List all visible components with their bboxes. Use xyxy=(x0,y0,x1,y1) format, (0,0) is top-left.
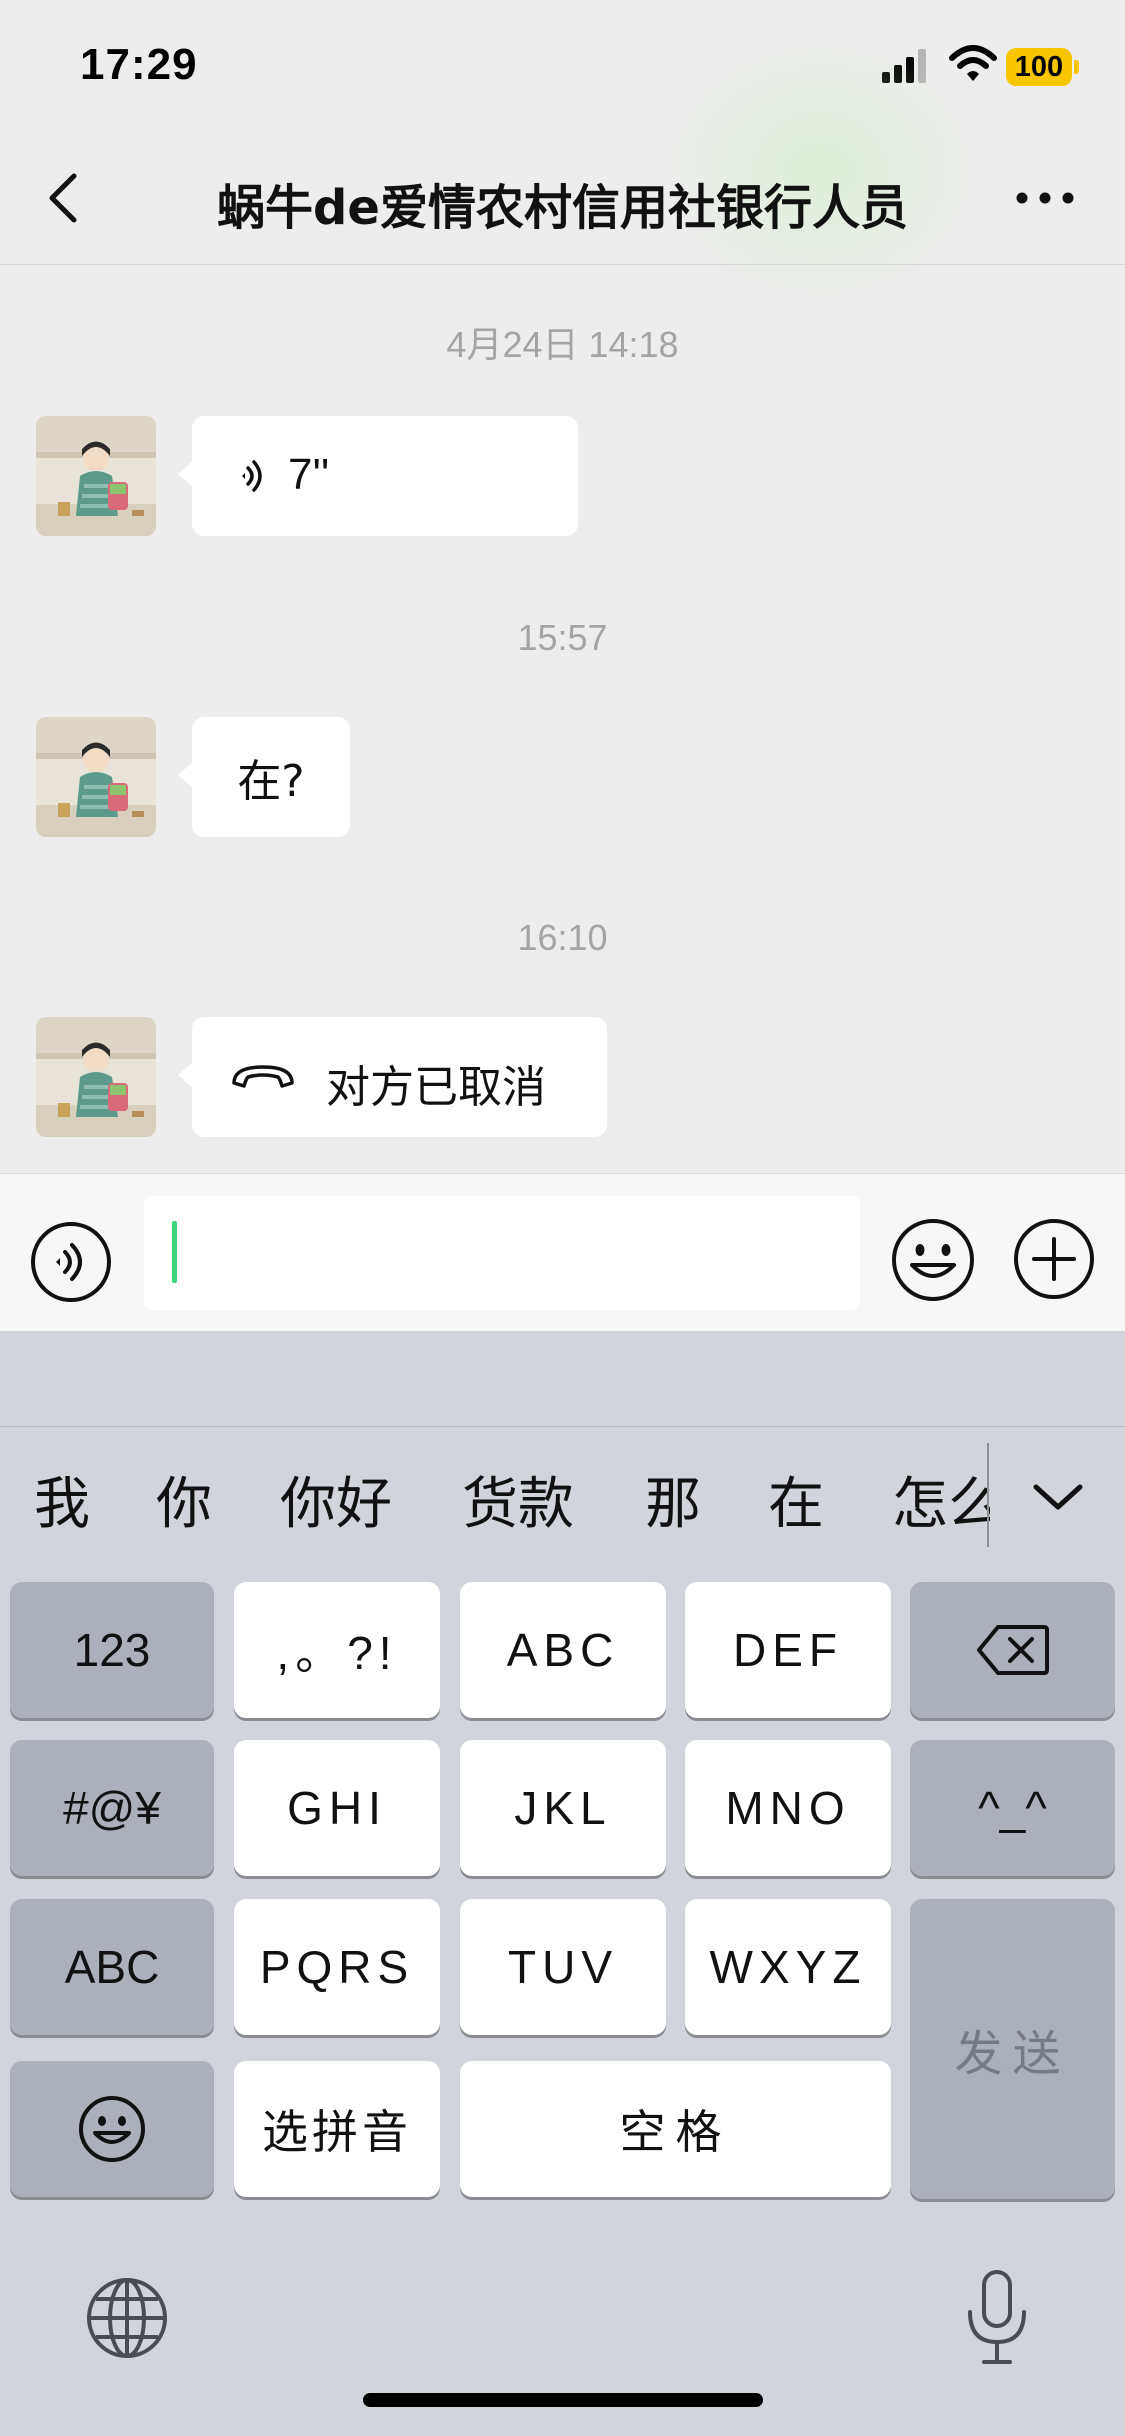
voice-duration: 7'' xyxy=(288,450,330,499)
key-label: 选拼音 xyxy=(262,2106,412,2158)
key-label: 发送 xyxy=(954,2028,1071,2081)
key-label: ABC xyxy=(64,1941,160,1993)
message-timestamp: 15:57 xyxy=(517,617,608,658)
keyboard: 我 你 你好 货款 那 在 怎么 xyxy=(0,1331,1125,2436)
avatar[interactable] xyxy=(36,1017,156,1137)
key-symbols[interactable]: #@¥ xyxy=(10,1740,214,1876)
chevron-left-icon[interactable] xyxy=(36,168,96,228)
key-pqrs[interactable]: PQRS xyxy=(234,1899,440,2035)
emoji-keyboard-key[interactable] xyxy=(10,2061,214,2197)
key-label: GHI xyxy=(287,1782,387,1834)
candidate-word[interactable]: 你好 xyxy=(280,1459,392,1540)
microphone-icon[interactable] xyxy=(962,2268,1032,2368)
key-label: ABC xyxy=(506,1624,620,1676)
space-key[interactable]: 空格 xyxy=(460,2061,891,2197)
message-input[interactable] xyxy=(144,1196,860,1310)
candidate-word-clipped[interactable]: 怎么 xyxy=(880,1459,990,1539)
phone-hangup-icon xyxy=(232,1065,294,1088)
voice-message-bubble[interactable]: 7'' xyxy=(178,416,578,536)
key-tuv[interactable]: TUV xyxy=(460,1899,666,2035)
key-label: JKL xyxy=(514,1782,612,1834)
voice-icon[interactable] xyxy=(30,1221,112,1303)
key-punctuation[interactable]: ,。?! xyxy=(234,1582,440,1718)
key-label: WXYZ xyxy=(709,1941,867,1993)
chat-input-bar xyxy=(0,1173,1125,1332)
chevron-down-icon[interactable] xyxy=(1030,1477,1086,1517)
key-123[interactable]: 123 xyxy=(10,1582,214,1718)
key-ghi[interactable]: GHI xyxy=(234,1740,440,1876)
avatar[interactable] xyxy=(36,717,156,837)
wifi-icon xyxy=(949,45,997,81)
send-key[interactable]: 发送 xyxy=(910,1899,1115,2199)
candidate-word[interactable]: 在 xyxy=(768,1459,824,1540)
call-status-text: 对方已取消 xyxy=(326,1062,546,1113)
plus-icon[interactable] xyxy=(1012,1217,1096,1301)
key-wxyz[interactable]: WXYZ xyxy=(685,1899,891,2035)
candidate-word: 怎么 xyxy=(892,1472,990,1537)
key-label: ^_^ xyxy=(978,1782,1047,1834)
chat-header: 蜗牛de爱情农村信用社银行人员 xyxy=(0,20,1125,320)
key-kaomoji[interactable]: ^_^ xyxy=(910,1740,1115,1876)
message-timestamp: 16:10 xyxy=(517,917,608,958)
candidate-word[interactable]: 货款 xyxy=(462,1459,574,1540)
key-label: TUV xyxy=(508,1941,618,1993)
emoji-icon xyxy=(79,2096,145,2162)
key-def[interactable]: DEF xyxy=(685,1582,891,1718)
globe-icon[interactable] xyxy=(84,2275,170,2361)
text-caret xyxy=(172,1221,177,1283)
delete-key[interactable] xyxy=(910,1582,1115,1718)
key-label: #@¥ xyxy=(63,1782,161,1834)
backspace-icon xyxy=(976,1625,1049,1675)
cellular-signal-icon xyxy=(882,49,926,83)
status-bar: 17:29 100 xyxy=(0,0,1125,130)
voice-playback-icon xyxy=(242,460,262,492)
call-message-bubble[interactable]: 对方已取消 xyxy=(178,1017,607,1137)
message-text: 在? xyxy=(237,756,305,807)
text-message-bubble[interactable]: 在? xyxy=(178,717,350,837)
chat-title: 蜗牛de爱情农村信用社银行人员 xyxy=(217,180,908,236)
key-label: 空格 xyxy=(619,2106,732,2158)
home-indicator xyxy=(363,2393,763,2407)
key-label: ,。?! xyxy=(276,1627,398,1679)
avatar[interactable] xyxy=(36,416,156,536)
key-label: DEF xyxy=(733,1624,843,1676)
status-time: 17:29 xyxy=(80,40,198,89)
key-abc[interactable]: ABC xyxy=(460,1582,666,1718)
key-label: 123 xyxy=(73,1624,151,1676)
key-abc-switch[interactable]: ABC xyxy=(10,1899,214,2035)
key-label: MNO xyxy=(725,1782,851,1834)
key-select-pinyin[interactable]: 选拼音 xyxy=(234,2061,440,2197)
battery-level: 100 xyxy=(1006,48,1072,86)
battery-icon: 100 xyxy=(1006,48,1079,88)
ellipsis-icon[interactable] xyxy=(1010,178,1080,218)
key-jkl[interactable]: JKL xyxy=(460,1740,666,1876)
emoji-icon[interactable] xyxy=(890,1217,976,1303)
candidate-word[interactable]: 你 xyxy=(156,1459,212,1540)
candidate-word[interactable]: 我 xyxy=(34,1459,90,1540)
candidate-word[interactable]: 那 xyxy=(645,1459,701,1540)
message-timestamp: 4月24日 14:18 xyxy=(446,324,679,365)
key-mno[interactable]: MNO xyxy=(685,1740,891,1876)
key-label: PQRS xyxy=(259,1941,415,1993)
